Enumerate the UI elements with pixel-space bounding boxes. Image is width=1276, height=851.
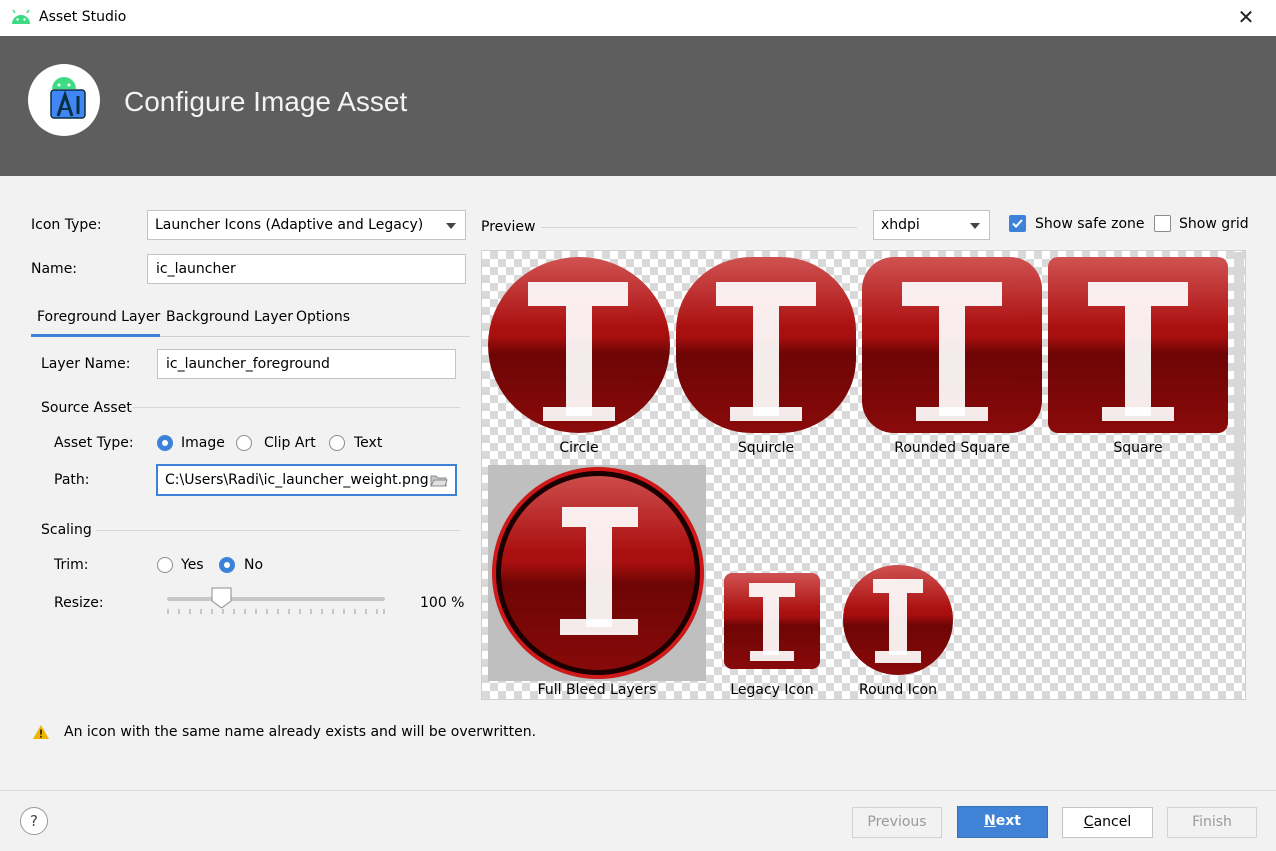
trim-label: Trim: — [54, 557, 89, 573]
finish-button[interactable]: Finish — [1167, 807, 1257, 838]
full-bleed-icon-preview — [492, 467, 704, 679]
resize-slider[interactable] — [167, 585, 385, 615]
asset-type-label: Asset Type: — [54, 435, 134, 451]
resize-value: 100 % — [420, 595, 465, 611]
next-label-rest: ext — [995, 813, 1021, 829]
slider-ticks — [167, 609, 385, 614]
density-dropdown[interactable]: xhdpi — [873, 210, 990, 240]
tab-selected-indicator — [31, 334, 160, 337]
asset-type-image-radio[interactable] — [157, 435, 173, 451]
layer-name-label: Layer Name: — [41, 356, 131, 372]
density-value: xhdpi — [881, 217, 920, 233]
chevron-down-icon — [446, 223, 456, 229]
rounded-square-caption: Rounded Square — [894, 440, 1010, 456]
preview-label: Preview — [481, 219, 536, 235]
path-value: C:\Users\Radi\ic_launcher_weight.png — [165, 472, 429, 488]
asset-type-image-label[interactable]: Image — [181, 435, 225, 451]
chevron-down-icon — [970, 223, 980, 229]
tab-options[interactable]: Options — [296, 309, 350, 325]
rounded-square-icon-preview — [862, 257, 1042, 433]
help-button[interactable]: ? — [20, 807, 48, 835]
full-bleed-background — [488, 465, 706, 681]
previous-button[interactable]: Previous — [852, 807, 942, 838]
show-grid-label[interactable]: Show grid — [1179, 216, 1249, 232]
show-safe-zone-label[interactable]: Show safe zone — [1035, 216, 1145, 232]
icon-type-value: Launcher Icons (Adaptive and Legacy) — [155, 217, 424, 233]
asset-type-clipart-radio[interactable] — [236, 435, 252, 451]
next-button[interactable]: Next — [957, 806, 1048, 838]
circle-icon-preview — [488, 257, 670, 433]
trim-yes-radio[interactable] — [157, 557, 173, 573]
squircle-caption: Squircle — [737, 440, 795, 456]
layer-name-field[interactable]: ic_launcher_foreground — [157, 349, 456, 379]
cancel-button[interactable]: Cancel — [1062, 807, 1153, 838]
trim-yes-label[interactable]: Yes — [181, 557, 204, 573]
show-safe-zone-checkbox[interactable] — [1009, 215, 1026, 232]
squircle-icon-preview — [676, 257, 856, 433]
source-asset-heading: Source Asset — [41, 400, 132, 416]
preview-scrollbar[interactable] — [1234, 252, 1244, 517]
window-title: Asset Studio — [39, 9, 127, 25]
tab-foreground-layer[interactable]: Foreground Layer — [37, 309, 160, 325]
name-field[interactable]: ic_launcher — [147, 254, 466, 284]
title-bar: Asset Studio ✕ — [0, 0, 1276, 37]
resize-label: Resize: — [54, 595, 104, 611]
cancel-mnemonic: C — [1083, 814, 1094, 830]
asset-type-text-label[interactable]: Text — [354, 435, 382, 451]
full-bleed-caption: Full Bleed Layers — [537, 682, 657, 698]
warning-message: An icon with the same name already exist… — [64, 724, 537, 740]
scaling-heading: Scaling — [41, 522, 92, 538]
source-asset-separator — [133, 407, 460, 408]
asset-type-clipart-label[interactable]: Clip Art — [264, 435, 316, 451]
legacy-icon-preview — [724, 573, 820, 669]
page-title: Configure Image Asset — [124, 86, 408, 117]
square-caption: Square — [1113, 440, 1163, 456]
preview-area: Circle Squircle Rounded Square Square Fu… — [481, 250, 1246, 700]
show-grid-checkbox[interactable] — [1154, 215, 1171, 232]
legacy-caption: Legacy Icon — [730, 682, 814, 698]
trim-no-radio[interactable] — [219, 557, 235, 573]
icon-type-dropdown[interactable]: Launcher Icons (Adaptive and Legacy) — [147, 210, 466, 240]
slider-track — [167, 597, 385, 601]
next-mnemonic: N — [984, 813, 996, 829]
folder-icon[interactable] — [430, 474, 448, 488]
name-value: ic_launcher — [156, 261, 236, 277]
trim-no-label[interactable]: No — [244, 557, 263, 573]
preview-separator — [541, 227, 857, 228]
checkmark-icon — [1012, 219, 1023, 228]
footer-separator — [0, 790, 1276, 791]
slider-thumb[interactable] — [211, 587, 232, 609]
android-studio-logo — [28, 64, 100, 136]
path-label: Path: — [54, 472, 90, 488]
asset-type-text-radio[interactable] — [329, 435, 345, 451]
tab-background-layer[interactable]: Background Layer — [166, 309, 293, 325]
close-icon[interactable]: ✕ — [1234, 4, 1258, 30]
icon-type-label: Icon Type: — [31, 217, 102, 233]
warning-icon — [33, 725, 49, 739]
path-field[interactable]: C:\Users\Radi\ic_launcher_weight.png — [156, 464, 457, 496]
round-icon-preview — [843, 565, 953, 675]
name-label: Name: — [31, 261, 78, 277]
wizard-header: Configure Image Asset — [0, 36, 1276, 176]
square-icon-preview — [1048, 257, 1228, 433]
scaling-separator — [96, 530, 460, 531]
round-caption: Round Icon — [858, 682, 937, 698]
android-icon — [12, 9, 30, 24]
layer-name-value: ic_launcher_foreground — [166, 356, 330, 372]
cancel-label-rest: ancel — [1093, 814, 1132, 830]
circle-caption: Circle — [559, 440, 599, 456]
